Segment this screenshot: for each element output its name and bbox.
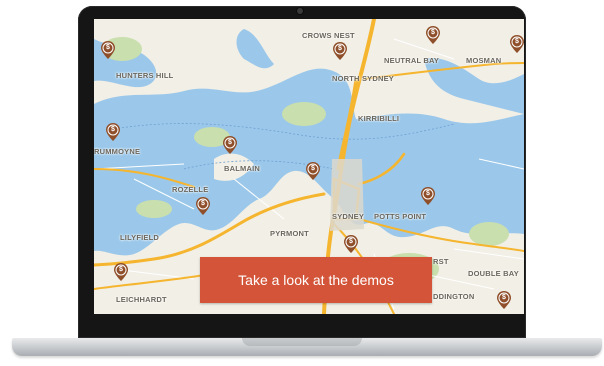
- label-hunters-hill: HUNTERS HILL: [116, 71, 174, 80]
- laptop-base-notch: [242, 338, 362, 346]
- label-potts-point: POTTS POINT: [374, 212, 427, 221]
- view-demos-button[interactable]: Take a look at the demos: [200, 257, 432, 303]
- park-area: [194, 127, 230, 147]
- label-kirribilli: KIRRIBILLI: [358, 114, 400, 123]
- label-rozelle: ROZELLE: [172, 185, 209, 194]
- label-neutral-bay: NEUTRAL BAY: [384, 56, 440, 65]
- park-area: [469, 222, 509, 246]
- park-area: [282, 102, 326, 126]
- label-drummoyne: RUMMOYNE: [94, 147, 141, 156]
- label-pyrmont: PYRMONT: [270, 229, 309, 238]
- label-north-sydney: NORTH SYDNEY: [332, 74, 394, 83]
- label-mosman: MOSMAN: [466, 56, 502, 65]
- label-lilyfield: LILYFIELD: [120, 233, 160, 242]
- laptop-mockup: CROWS NEST NEUTRAL BAY MOSMAN HUNTERS HI…: [0, 0, 604, 366]
- label-paddington: DDINGTON: [433, 292, 475, 301]
- label-balmain: BALMAIN: [224, 164, 260, 173]
- park-area: [102, 37, 142, 61]
- park-area: [136, 200, 172, 218]
- webcam-icon: [297, 8, 303, 14]
- label-sydney: SYDNEY: [332, 212, 365, 221]
- label-leichhardt: LEICHHARDT: [116, 295, 167, 304]
- label-rst: RST: [433, 257, 449, 266]
- label-crows-nest: CROWS NEST: [302, 31, 355, 40]
- label-double-bay: DOUBLE BAY: [468, 269, 519, 278]
